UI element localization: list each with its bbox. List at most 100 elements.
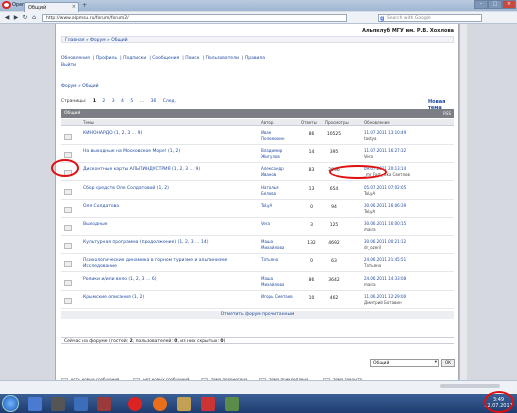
back-icon[interactable]: ◀ — [3, 14, 11, 22]
col-replies: Ответы — [301, 120, 317, 125]
updated-user[interactable]: ToLyA — [364, 209, 452, 215]
topic-updated: 30.06.2011 00:21:12 dr_ozeril — [364, 239, 452, 251]
topic-updated: 05.07.2011 07:02:05 ToLyA — [364, 185, 452, 197]
topic-replies: 0 — [310, 204, 313, 210]
nav-updates-link[interactable]: Обновления — [61, 56, 90, 61]
topic-replies: 86 — [308, 132, 315, 137]
nav-rules-link[interactable]: Правила — [245, 56, 265, 61]
topic-status-icon — [64, 243, 72, 250]
maximize-button[interactable]: □ — [488, 0, 502, 9]
app-icon[interactable] — [51, 397, 65, 411]
topic-link[interactable]: Оля Солдатова — [83, 204, 248, 210]
topic-author[interactable]: Маша Михайлова — [261, 239, 293, 251]
updated-user[interactable]: maira — [364, 282, 452, 288]
updated-user[interactable]: Татьяна — [364, 263, 452, 269]
nav-profile-link[interactable]: Профиль — [96, 56, 117, 61]
close-window-button[interactable]: × — [502, 0, 516, 9]
table-row: Крымские описания (1, 2) Игорь Сметаев 10 4… — [61, 291, 454, 309]
topic-link[interactable]: Ролики и/или вело (1, 2, 3 … 6) — [83, 277, 248, 283]
forum-jump-select[interactable]: Общий ▾ — [370, 359, 439, 367]
firefox-icon[interactable] — [153, 397, 167, 411]
app-icon[interactable] — [201, 397, 215, 411]
topic-link[interactable]: Дисконтные карты АЛЬПИНДУСТРИЯ (1, 2, 3 … — [83, 167, 248, 173]
topic-replies: 86 — [308, 277, 315, 283]
topic-replies: 13 — [308, 186, 315, 192]
page-scrollbar[interactable] — [459, 24, 467, 380]
page-link[interactable]: 5 — [130, 99, 133, 104]
topic-author[interactable]: Vera — [261, 221, 293, 227]
next-page-link[interactable]: След. — [163, 99, 176, 104]
nav-logout-link[interactable]: Выйти — [61, 63, 76, 68]
topic-link[interactable]: На выходные на Московское Море! (1, 2) — [83, 149, 248, 155]
topic-author[interactable]: Иван Поломохин — [261, 130, 293, 142]
topic-author[interactable]: Александр Иванов — [261, 166, 293, 178]
topic-views: 10525 — [326, 132, 342, 137]
search-field[interactable]: g Search with Google — [378, 14, 482, 22]
topic-author[interactable]: ToLyA — [261, 203, 293, 209]
opera-logo-icon[interactable] — [2, 1, 11, 9]
updated-user[interactable]: Дмитрий Ботавин — [364, 300, 452, 306]
close-tab-icon[interactable]: × — [72, 4, 76, 10]
topic-views: 395 — [329, 150, 339, 156]
topic-updated: 11.06.2011 12:29:00 Дмитрий Ботавин — [364, 294, 452, 306]
topic-link[interactable]: Психологические динамика в горном туризм… — [83, 258, 248, 270]
page-ellipsis: … — [139, 99, 145, 104]
updated-user[interactable]: maira — [364, 227, 452, 233]
topic-link[interactable]: Культурная программа (продолжение) (1, 2… — [83, 240, 248, 246]
topic-author[interactable]: Наталья Белова — [261, 185, 293, 197]
topic-link[interactable]: Выходные — [83, 222, 248, 228]
topic-author[interactable]: Игорь Сметаев — [261, 294, 293, 300]
topic-replies: 3 — [310, 223, 313, 228]
updated-user[interactable]: Vera — [364, 154, 452, 160]
home-icon[interactable]: ⌂ — [30, 14, 38, 22]
col-topics: Темы — [83, 120, 95, 125]
topic-replies: 10 — [308, 295, 315, 301]
app-icon[interactable] — [74, 397, 88, 411]
reload-icon[interactable]: ↻ — [21, 14, 29, 22]
folder-icon[interactable] — [177, 397, 191, 411]
nav-search-link[interactable]: Поиск — [185, 56, 199, 61]
breadcrumb[interactable]: Главная » Форум » Общий — [61, 36, 454, 43]
updated-user[interactable]: dr_ozeril — [364, 245, 452, 251]
mark-read-link[interactable]: Отметить форум прочитанным — [61, 311, 454, 319]
topic-views: 3642 — [328, 277, 340, 283]
page-link[interactable]: 2 — [102, 99, 105, 104]
annotation-circle — [484, 391, 514, 413]
page-link[interactable]: 3 — [112, 99, 115, 104]
topic-status-icon — [64, 134, 72, 140]
save-app-icon[interactable] — [28, 397, 42, 411]
forum-breadcrumb[interactable]: Форум » Общий — [61, 84, 99, 89]
address-bar[interactable]: http://www.alpmsu.ru/forum/forum2/ — [42, 14, 347, 22]
topic-author[interactable]: Татьяна — [261, 257, 293, 263]
start-button[interactable] — [2, 395, 19, 412]
app-icon[interactable] — [97, 397, 111, 411]
rss-link[interactable]: RSS — [443, 111, 451, 116]
forward-icon[interactable]: ▶ — [12, 14, 20, 22]
new-tab-icon[interactable]: + — [82, 3, 89, 10]
pagination: Страницы: 1 2 3 4 5 … 36 След. — [61, 99, 181, 104]
topic-author[interactable]: Владимир Жигулов — [261, 148, 293, 160]
nav-users-link[interactable]: Пользователи — [205, 56, 238, 61]
minimize-button[interactable]: – — [474, 0, 488, 9]
online-text: Сейчас на форуме (гостей: — [64, 339, 130, 344]
updated-user[interactable]: tastya — [364, 136, 452, 142]
nav-subscriptions-link[interactable]: Подписки — [123, 56, 146, 61]
app-icon[interactable] — [225, 397, 239, 411]
topic-link[interactable]: Крымские описания (1, 2) — [83, 295, 248, 301]
updated-user[interactable]: ToLyA — [364, 191, 452, 197]
topic-status-icon — [64, 188, 72, 195]
opera-taskbar-icon[interactable] — [128, 397, 142, 411]
nav-messages-link[interactable]: Сообщения — [152, 56, 179, 61]
topic-author[interactable]: Маша Михайлова — [261, 276, 293, 288]
topic-link[interactable]: КИНОНАРДО (1, 2, 3 … 9) — [83, 131, 248, 137]
page-link[interactable]: 4 — [121, 99, 124, 104]
zoom-slider[interactable] — [440, 384, 500, 388]
jump-ok-button[interactable]: ОК — [441, 359, 455, 367]
browser-tab[interactable]: Общий × — [24, 2, 79, 12]
table-row: Оля Солдатова ToLyA 0 94 30.06.2011 16:06:39… — [61, 200, 454, 218]
forum-page: Альпклуб МГУ им. Р.В. Хохлова Главная » … — [55, 24, 459, 383]
topic-link[interactable]: Сбор средств Оле Солдатовой (1, 2) — [83, 186, 248, 192]
topic-status-icon — [64, 206, 72, 213]
table-row: КИНОНАРДО (1, 2, 3 … 9) Иван Поломохин 86 1… — [61, 127, 454, 145]
page-link[interactable]: 36 — [151, 99, 157, 104]
